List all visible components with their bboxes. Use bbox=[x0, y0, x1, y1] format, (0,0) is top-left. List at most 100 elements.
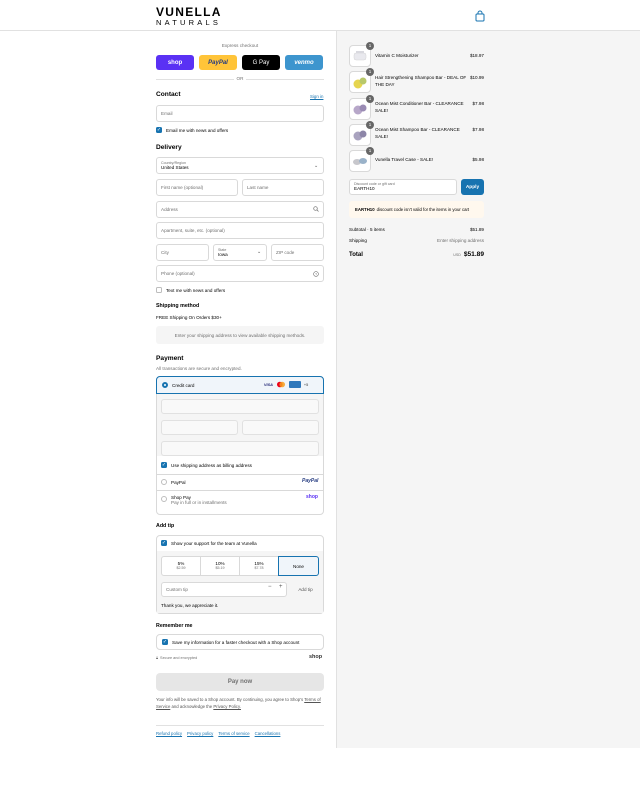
phone-placeholder: Phone (optional) bbox=[161, 271, 195, 276]
tip-option-none[interactable]: None bbox=[278, 556, 319, 576]
cart-item-name: Vitamin C Moisturizer bbox=[375, 53, 419, 58]
credit-card-label: Credit card bbox=[172, 382, 195, 388]
country-select[interactable]: Country/Region United States bbox=[156, 157, 324, 174]
first-name-field[interactable]: First name (optional) bbox=[156, 179, 238, 196]
shop-pay-label: shop bbox=[167, 59, 183, 66]
email-news-row[interactable]: ✓ Email me with news and offers bbox=[156, 127, 228, 133]
divider bbox=[157, 490, 323, 491]
or-divider-text: OR bbox=[236, 76, 244, 81]
paypal-option-label: PayPal bbox=[171, 479, 186, 485]
header: VUNELLA NATURALS bbox=[0, 0, 640, 31]
payment-heading: Payment bbox=[156, 355, 184, 362]
security-code-field[interactable] bbox=[242, 420, 319, 435]
error-text: discount code isn't valid for the items … bbox=[376, 207, 470, 212]
quantity-badge: 1 bbox=[366, 95, 374, 103]
cart-item-name: Vunella Travel Case - SALE! bbox=[375, 157, 434, 162]
shop-pay-radio[interactable] bbox=[161, 496, 167, 502]
email-field[interactable]: Email bbox=[156, 105, 324, 122]
quantity-badge: 1 bbox=[366, 121, 374, 129]
apartment-placeholder: Apartment, suite, etc. (optional) bbox=[161, 228, 225, 233]
last-name-field[interactable]: Last name bbox=[242, 179, 324, 196]
paypal-option[interactable]: PayPal bbox=[161, 479, 186, 485]
divider-right bbox=[246, 79, 324, 80]
address-field[interactable]: Address bbox=[156, 201, 324, 218]
save-info-row[interactable]: ✓ Save my information for a faster check… bbox=[156, 634, 324, 650]
total-amount: USD $51.89 bbox=[453, 251, 484, 258]
phone-field[interactable]: Phone (optional) bbox=[156, 265, 324, 282]
minus-icon[interactable]: − bbox=[268, 584, 272, 590]
more-cards-badge: +5 bbox=[303, 382, 309, 387]
cancellations-link[interactable]: Cancellations bbox=[255, 731, 281, 736]
google-pay-express-button[interactable]: G Pay bbox=[242, 55, 280, 70]
subtotal-label: Subtotal · 5 items bbox=[349, 227, 385, 232]
billing-same-label: Use shipping address as billing address bbox=[171, 462, 252, 468]
tip-heading: Add tip bbox=[156, 523, 175, 529]
email-news-checkbox[interactable]: ✓ bbox=[156, 127, 162, 133]
tip-amount: $5.19 bbox=[215, 566, 225, 570]
help-icon[interactable]: ? bbox=[313, 271, 319, 277]
tip-option-5[interactable]: 5% $2.59 bbox=[161, 556, 201, 576]
expiration-field[interactable] bbox=[161, 420, 238, 435]
text-news-checkbox[interactable] bbox=[156, 287, 162, 293]
add-tip-button[interactable]: Add tip bbox=[292, 582, 319, 597]
cart-item-price: $7.98 bbox=[472, 101, 485, 106]
apply-label: Apply bbox=[465, 184, 480, 190]
visa-icon: VISA bbox=[264, 382, 273, 387]
shop-pay-express-button[interactable]: shop bbox=[156, 55, 194, 70]
paypal-label: PayPal bbox=[208, 59, 228, 66]
shop-pay-option-sub: Pay in full or in installments bbox=[171, 500, 227, 505]
billing-same-checkbox[interactable]: ✓ bbox=[161, 462, 167, 468]
address-placeholder: Address bbox=[161, 207, 178, 212]
text-news-row[interactable]: Text me with news and offers bbox=[156, 287, 225, 293]
tip-option-10[interactable]: 10% $5.19 bbox=[200, 556, 240, 576]
remember-heading: Remember me bbox=[156, 623, 193, 629]
shop-pay-option[interactable]: Shop Pay Pay in full or in installments bbox=[161, 495, 227, 505]
venmo-express-button[interactable]: venmo bbox=[285, 55, 323, 70]
payment-subtitle: All transactions are secure and encrypte… bbox=[156, 366, 242, 371]
pay-now-label: Pay now bbox=[227, 679, 253, 685]
shop-pay-logo-icon: shop bbox=[306, 494, 318, 500]
cart-item-name: Ocean Mist Shampoo Bar - CLEARANCE SALE! bbox=[375, 127, 460, 139]
shop-privacy-link[interactable]: Privacy Policy. bbox=[213, 704, 241, 709]
name-on-card-field[interactable] bbox=[161, 441, 319, 456]
shipping-label: Shipping bbox=[349, 238, 367, 243]
total-label: Total bbox=[349, 252, 363, 258]
tip-support-checkbox[interactable]: ✓ bbox=[161, 540, 167, 546]
search-icon bbox=[313, 206, 319, 212]
save-info-checkbox[interactable]: ✓ bbox=[162, 639, 168, 645]
card-number-field[interactable] bbox=[161, 399, 319, 414]
tip-option-15[interactable]: 15% $7.78 bbox=[239, 556, 279, 576]
paypal-express-button[interactable]: PayPal bbox=[199, 55, 237, 70]
cart-item-price: $5.98 bbox=[472, 157, 485, 162]
last-name-placeholder: Last name bbox=[247, 185, 269, 190]
sign-in-link[interactable]: Sign in bbox=[310, 94, 323, 99]
brand-logo[interactable]: VUNELLA NATURALS bbox=[156, 6, 222, 27]
cart-item-price: $10.99 bbox=[469, 75, 484, 80]
save-info-label: Save my information for a faster checkou… bbox=[172, 639, 300, 645]
paypal-radio[interactable] bbox=[161, 479, 167, 485]
privacy-policy-link[interactable]: Privacy policy bbox=[187, 731, 213, 736]
city-field[interactable]: City bbox=[156, 244, 209, 261]
secure-text: Secure and encrypted bbox=[160, 656, 198, 660]
pay-now-button[interactable]: Pay now bbox=[156, 673, 324, 691]
tip-support-label: Show your support for the team at Vunell… bbox=[171, 540, 257, 546]
chevron-down-icon: ⌄ bbox=[257, 249, 262, 255]
error-code: EARTH10 bbox=[355, 207, 375, 212]
plus-icon[interactable]: + bbox=[279, 584, 283, 590]
credit-card-radio[interactable] bbox=[162, 382, 168, 388]
terms-of-service-link[interactable]: Terms of service bbox=[218, 731, 249, 736]
discount-code-field[interactable]: Discount code or gift card EARTH10 bbox=[349, 179, 457, 195]
refund-policy-link[interactable]: Refund policy bbox=[156, 731, 182, 736]
apply-button[interactable]: Apply bbox=[461, 179, 484, 195]
discount-value: EARTH10 bbox=[354, 186, 375, 191]
lock-icon: 🔒︎ bbox=[156, 656, 159, 660]
shopping-bag-icon[interactable] bbox=[474, 10, 486, 22]
tip-support-row[interactable]: ✓ Show your support for the team at Vune… bbox=[161, 540, 257, 546]
brand-subname: NATURALS bbox=[156, 18, 222, 27]
apartment-field[interactable]: Apartment, suite, etc. (optional) bbox=[156, 222, 324, 239]
zip-field[interactable]: ZIP code bbox=[271, 244, 324, 261]
cart-item-price: $18.97 bbox=[469, 53, 484, 58]
subtotal-value: $51.89 bbox=[469, 227, 484, 232]
billing-same-row[interactable]: ✓ Use shipping address as billing addres… bbox=[161, 462, 252, 468]
email-placeholder: Email bbox=[161, 111, 173, 116]
